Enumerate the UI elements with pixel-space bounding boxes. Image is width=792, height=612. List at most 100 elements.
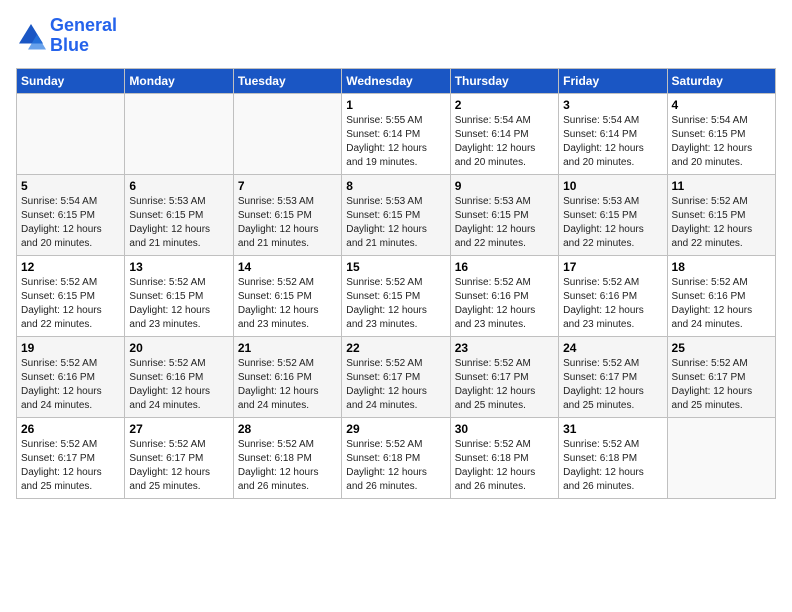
day-number: 29 bbox=[346, 422, 445, 436]
weekday-header: Sunday bbox=[17, 68, 125, 93]
day-info: Sunrise: 5:53 AM Sunset: 6:15 PM Dayligh… bbox=[346, 195, 445, 251]
calendar-cell: 13 Sunrise: 5:52 AM Sunset: 6:15 PM Dayli… bbox=[125, 255, 233, 336]
day-number: 20 bbox=[129, 341, 228, 355]
calendar-cell: 4 Sunrise: 5:54 AM Sunset: 6:15 PM Daylig… bbox=[667, 93, 775, 174]
weekday-header: Monday bbox=[125, 68, 233, 93]
day-number: 12 bbox=[21, 260, 120, 274]
day-info: Sunrise: 5:52 AM Sunset: 6:16 PM Dayligh… bbox=[672, 276, 771, 332]
calendar-cell: 26 Sunrise: 5:52 AM Sunset: 6:17 PM Dayli… bbox=[17, 417, 125, 498]
calendar-cell bbox=[125, 93, 233, 174]
day-info: Sunrise: 5:52 AM Sunset: 6:18 PM Dayligh… bbox=[455, 438, 554, 494]
day-number: 19 bbox=[21, 341, 120, 355]
calendar-cell: 8 Sunrise: 5:53 AM Sunset: 6:15 PM Daylig… bbox=[342, 174, 450, 255]
weekday-header: Tuesday bbox=[233, 68, 341, 93]
day-number: 1 bbox=[346, 98, 445, 112]
day-info: Sunrise: 5:52 AM Sunset: 6:16 PM Dayligh… bbox=[129, 357, 228, 413]
day-info: Sunrise: 5:52 AM Sunset: 6:15 PM Dayligh… bbox=[672, 195, 771, 251]
day-info: Sunrise: 5:52 AM Sunset: 6:17 PM Dayligh… bbox=[455, 357, 554, 413]
day-number: 5 bbox=[21, 179, 120, 193]
day-info: Sunrise: 5:52 AM Sunset: 6:16 PM Dayligh… bbox=[455, 276, 554, 332]
day-info: Sunrise: 5:52 AM Sunset: 6:18 PM Dayligh… bbox=[346, 438, 445, 494]
day-number: 8 bbox=[346, 179, 445, 193]
day-info: Sunrise: 5:54 AM Sunset: 6:15 PM Dayligh… bbox=[21, 195, 120, 251]
calendar-cell: 10 Sunrise: 5:53 AM Sunset: 6:15 PM Dayli… bbox=[559, 174, 667, 255]
calendar-cell: 9 Sunrise: 5:53 AM Sunset: 6:15 PM Daylig… bbox=[450, 174, 558, 255]
day-info: Sunrise: 5:52 AM Sunset: 6:15 PM Dayligh… bbox=[346, 276, 445, 332]
weekday-header: Thursday bbox=[450, 68, 558, 93]
calendar-cell: 24 Sunrise: 5:52 AM Sunset: 6:17 PM Dayli… bbox=[559, 336, 667, 417]
day-number: 14 bbox=[238, 260, 337, 274]
calendar-cell: 18Sunrise: 5:52 AM Sunset: 6:16 PM Dayli… bbox=[667, 255, 775, 336]
calendar-cell: 2 Sunrise: 5:54 AM Sunset: 6:14 PM Daylig… bbox=[450, 93, 558, 174]
calendar-cell bbox=[233, 93, 341, 174]
day-info: Sunrise: 5:53 AM Sunset: 6:15 PM Dayligh… bbox=[129, 195, 228, 251]
day-info: Sunrise: 5:52 AM Sunset: 6:17 PM Dayligh… bbox=[129, 438, 228, 494]
calendar-cell: 22 Sunrise: 5:52 AM Sunset: 6:17 PM Dayli… bbox=[342, 336, 450, 417]
day-number: 31 bbox=[563, 422, 662, 436]
calendar-cell bbox=[17, 93, 125, 174]
day-number: 26 bbox=[21, 422, 120, 436]
calendar-cell: 5 Sunrise: 5:54 AM Sunset: 6:15 PM Daylig… bbox=[17, 174, 125, 255]
day-number: 9 bbox=[455, 179, 554, 193]
calendar-cell: 21 Sunrise: 5:52 AM Sunset: 6:16 PM Dayli… bbox=[233, 336, 341, 417]
day-number: 7 bbox=[238, 179, 337, 193]
calendar-cell: 12 Sunrise: 5:52 AM Sunset: 6:15 PM Dayli… bbox=[17, 255, 125, 336]
day-number: 21 bbox=[238, 341, 337, 355]
calendar-cell: 29 Sunrise: 5:52 AM Sunset: 6:18 PM Dayli… bbox=[342, 417, 450, 498]
day-number: 13 bbox=[129, 260, 228, 274]
day-info: Sunrise: 5:52 AM Sunset: 6:16 PM Dayligh… bbox=[563, 276, 662, 332]
day-info: Sunrise: 5:52 AM Sunset: 6:17 PM Dayligh… bbox=[672, 357, 771, 413]
day-number: 6 bbox=[129, 179, 228, 193]
day-info: Sunrise: 5:53 AM Sunset: 6:15 PM Dayligh… bbox=[563, 195, 662, 251]
day-number: 27 bbox=[129, 422, 228, 436]
logo-icon bbox=[16, 21, 46, 51]
day-info: Sunrise: 5:52 AM Sunset: 6:17 PM Dayligh… bbox=[21, 438, 120, 494]
calendar-cell: 27 Sunrise: 5:52 AM Sunset: 6:17 PM Dayli… bbox=[125, 417, 233, 498]
day-info: Sunrise: 5:52 AM Sunset: 6:16 PM Dayligh… bbox=[21, 357, 120, 413]
day-number: 24 bbox=[563, 341, 662, 355]
weekday-header: Friday bbox=[559, 68, 667, 93]
day-info: Sunrise: 5:54 AM Sunset: 6:15 PM Dayligh… bbox=[672, 114, 771, 170]
page-header: General Blue bbox=[16, 16, 776, 56]
day-number: 2 bbox=[455, 98, 554, 112]
day-number: 28 bbox=[238, 422, 337, 436]
calendar-cell: 14Sunrise: 5:52 AM Sunset: 6:15 PM Dayli… bbox=[233, 255, 341, 336]
day-info: Sunrise: 5:52 AM Sunset: 6:16 PM Dayligh… bbox=[238, 357, 337, 413]
calendar-cell: 23Sunrise: 5:52 AM Sunset: 6:17 PM Dayli… bbox=[450, 336, 558, 417]
day-info: Sunrise: 5:54 AM Sunset: 6:14 PM Dayligh… bbox=[455, 114, 554, 170]
day-number: 17 bbox=[563, 260, 662, 274]
calendar-cell: 11Sunrise: 5:52 AM Sunset: 6:15 PM Dayli… bbox=[667, 174, 775, 255]
day-info: Sunrise: 5:52 AM Sunset: 6:18 PM Dayligh… bbox=[238, 438, 337, 494]
day-info: Sunrise: 5:52 AM Sunset: 6:17 PM Dayligh… bbox=[563, 357, 662, 413]
calendar-cell: 20 Sunrise: 5:52 AM Sunset: 6:16 PM Dayli… bbox=[125, 336, 233, 417]
calendar-cell bbox=[667, 417, 775, 498]
day-info: Sunrise: 5:52 AM Sunset: 6:15 PM Dayligh… bbox=[129, 276, 228, 332]
day-number: 15 bbox=[346, 260, 445, 274]
day-number: 10 bbox=[563, 179, 662, 193]
calendar-cell: 15 Sunrise: 5:52 AM Sunset: 6:15 PM Dayli… bbox=[342, 255, 450, 336]
calendar-cell: 6 Sunrise: 5:53 AM Sunset: 6:15 PM Daylig… bbox=[125, 174, 233, 255]
calendar-cell: 31Sunrise: 5:52 AM Sunset: 6:18 PM Dayli… bbox=[559, 417, 667, 498]
weekday-header: Wednesday bbox=[342, 68, 450, 93]
calendar-cell: 3 Sunrise: 5:54 AM Sunset: 6:14 PM Daylig… bbox=[559, 93, 667, 174]
day-number: 25 bbox=[672, 341, 771, 355]
day-info: Sunrise: 5:54 AM Sunset: 6:14 PM Dayligh… bbox=[563, 114, 662, 170]
calendar-cell: 30 Sunrise: 5:52 AM Sunset: 6:18 PM Dayli… bbox=[450, 417, 558, 498]
day-number: 30 bbox=[455, 422, 554, 436]
day-number: 4 bbox=[672, 98, 771, 112]
day-number: 22 bbox=[346, 341, 445, 355]
logo-text: General Blue bbox=[50, 16, 117, 56]
day-info: Sunrise: 5:53 AM Sunset: 6:15 PM Dayligh… bbox=[238, 195, 337, 251]
logo: General Blue bbox=[16, 16, 117, 56]
day-info: Sunrise: 5:52 AM Sunset: 6:17 PM Dayligh… bbox=[346, 357, 445, 413]
calendar-cell: 16 Sunrise: 5:52 AM Sunset: 6:16 PM Dayli… bbox=[450, 255, 558, 336]
day-info: Sunrise: 5:52 AM Sunset: 6:15 PM Dayligh… bbox=[21, 276, 120, 332]
calendar-cell: 17 Sunrise: 5:52 AM Sunset: 6:16 PM Dayli… bbox=[559, 255, 667, 336]
day-info: Sunrise: 5:53 AM Sunset: 6:15 PM Dayligh… bbox=[455, 195, 554, 251]
weekday-header: Saturday bbox=[667, 68, 775, 93]
day-number: 3 bbox=[563, 98, 662, 112]
day-info: Sunrise: 5:55 AM Sunset: 6:14 PM Dayligh… bbox=[346, 114, 445, 170]
day-number: 16 bbox=[455, 260, 554, 274]
calendar-cell: 1 Sunrise: 5:55 AM Sunset: 6:14 PM Daylig… bbox=[342, 93, 450, 174]
calendar-cell: 7 Sunrise: 5:53 AM Sunset: 6:15 PM Daylig… bbox=[233, 174, 341, 255]
